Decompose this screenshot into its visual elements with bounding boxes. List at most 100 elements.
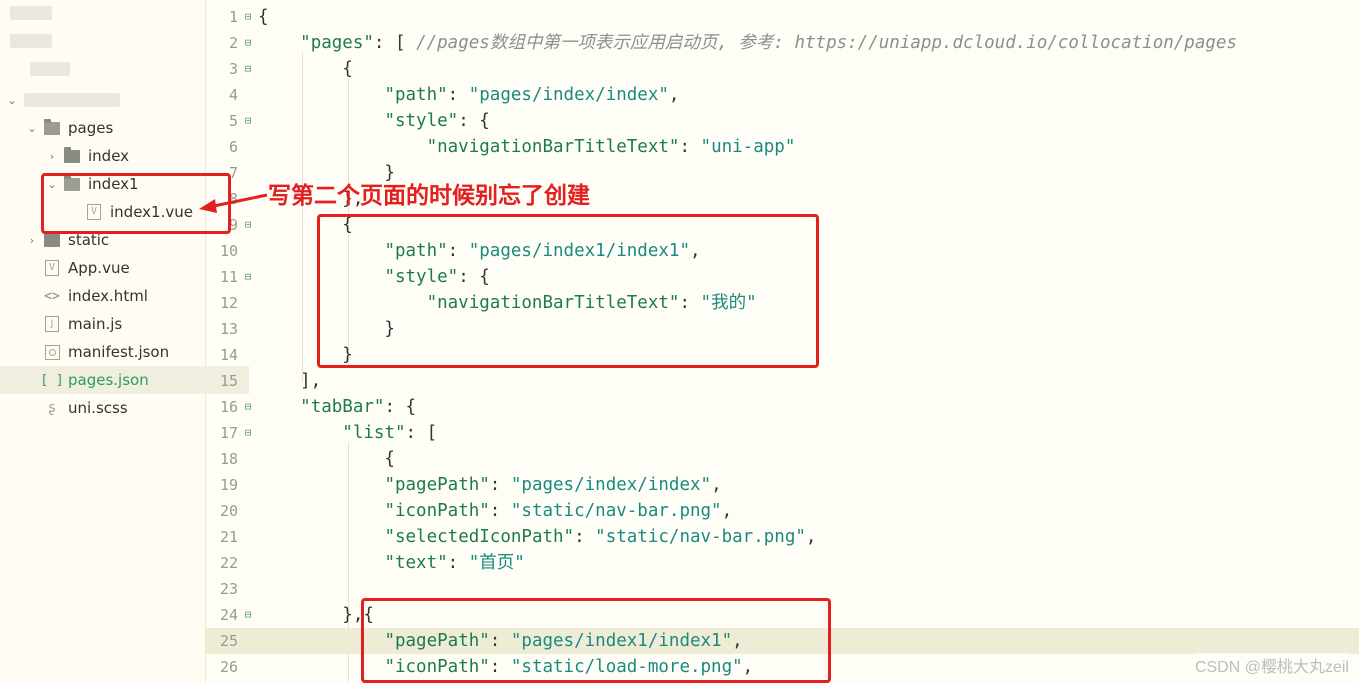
code-token: "首页" [468, 553, 525, 573]
json-file-icon: [ ] [40, 372, 64, 388]
chevron-down-icon[interactable]: ⌄ [26, 122, 38, 135]
line-number: 16 [219, 398, 238, 416]
code-text: "tabBar": { [258, 394, 416, 420]
code-line[interactable]: 18 { [206, 446, 1359, 472]
line-number: 13 [219, 320, 238, 338]
fold-gutter [238, 134, 258, 160]
line-number: 24 [219, 606, 238, 624]
tree-item-label: uni.scss [68, 399, 128, 417]
code-token: , [721, 501, 733, 521]
fold-toggle-icon[interactable]: ⊟ [238, 394, 258, 420]
fold-gutter [238, 524, 258, 550]
fold-gutter [238, 498, 258, 524]
code-token: "list" [342, 423, 406, 443]
fold-toggle-icon[interactable]: ⊟ [238, 212, 258, 238]
fold-gutter [238, 654, 258, 680]
blurred-project-icon [32, 6, 52, 20]
fold-toggle-icon[interactable]: ⊟ [238, 264, 258, 290]
tree-item-pages[interactable]: ⌄ pages [0, 114, 231, 142]
fold-toggle-icon[interactable]: ⊟ [238, 4, 258, 30]
code-text: { [258, 446, 395, 472]
blurred-project-icon [30, 62, 70, 76]
code-line[interactable]: 4 "path": "pages/index/index", [206, 82, 1359, 108]
line-number: 5 [228, 112, 238, 130]
code-line[interactable]: 20 "iconPath": "static/nav-bar.png", [206, 498, 1359, 524]
code-line[interactable]: 2 ⊟ "pages": [ //pages数组中第一项表示应用启动页, 参考: … [206, 30, 1359, 56]
annotation-arrow-icon [199, 193, 268, 213]
code-token: "pagePath" [384, 475, 490, 495]
code-text: "pagePath": "pages/index/index", [258, 472, 721, 498]
code-text: "path": "pages/index/index", [258, 82, 679, 108]
tree-item-label: index.html [68, 287, 148, 305]
code-token: "navigationBarTitleText" [426, 137, 680, 157]
code-token: "pages/index/index" [510, 475, 712, 495]
code-line[interactable]: 6 "navigationBarTitleText": "uni-app" [206, 134, 1359, 160]
fold-gutter [238, 550, 258, 576]
code-line[interactable]: 3 ⊟ { [206, 56, 1359, 82]
code-line[interactable]: 1 ⊟{ [206, 4, 1359, 30]
code-line[interactable]: 16 ⊟ "tabBar": { [206, 394, 1359, 420]
tree-item-label: pages.json [68, 371, 149, 389]
code-token: ], [258, 371, 322, 391]
chevron-down-icon[interactable]: ⌄ [6, 94, 18, 107]
line-number: 15 [219, 372, 238, 390]
vue-file-icon: V [44, 260, 60, 276]
tree-item-label: manifest.json [68, 343, 170, 361]
tree-item-label: main.js [68, 315, 123, 333]
html-file-icon: <> [44, 288, 60, 304]
fold-gutter [238, 160, 258, 186]
project-root-row[interactable]: ⌄ [0, 86, 211, 114]
code-token: : [ [405, 423, 438, 443]
code-line[interactable]: 22 "text": "首页" [206, 550, 1359, 576]
code-token: },{ [258, 605, 374, 625]
code-token: : [489, 501, 511, 521]
code-text: },{ [258, 602, 374, 628]
line-number: 20 [219, 502, 238, 520]
js-file-icon: J [44, 316, 60, 332]
code-token: "text" [384, 553, 448, 573]
line-number: 4 [228, 86, 238, 104]
line-number: 22 [219, 554, 238, 572]
fold-toggle-icon[interactable]: ⊟ [238, 602, 258, 628]
code-token: , [805, 527, 817, 547]
fold-toggle-icon[interactable]: ⊟ [238, 420, 258, 446]
blurred-project-name [24, 93, 120, 107]
chevron-right-icon[interactable]: › [26, 234, 38, 247]
folder-open-icon [44, 118, 60, 136]
fold-gutter [238, 82, 258, 108]
code-token: "iconPath" [384, 501, 490, 521]
annotation-box-tab-entry [361, 598, 831, 683]
fold-toggle-icon[interactable]: ⊟ [238, 30, 258, 56]
chevron-right-icon[interactable]: › [46, 150, 58, 163]
code-text: "selectedIconPath": "static/nav-bar.png"… [258, 524, 816, 550]
code-token: "uni-app" [700, 137, 796, 157]
line-number: 21 [219, 528, 238, 546]
annotation-text: 写第二个页面的时候别忘了创建 [268, 183, 590, 209]
folder-icon [44, 230, 60, 248]
tree-item-label: index [88, 147, 130, 165]
code-line[interactable]: 15 ], [206, 368, 1359, 394]
line-number: 14 [219, 346, 238, 364]
fold-toggle-icon[interactable]: ⊟ [238, 108, 258, 134]
line-number: 6 [228, 138, 238, 156]
settings-file-icon [44, 344, 60, 360]
code-line[interactable]: 17 ⊟ "list": [ [206, 420, 1359, 446]
code-line[interactable]: 5 ⊟ "style": { [206, 108, 1359, 134]
code-token: : { [384, 397, 417, 417]
code-text: ], [258, 368, 321, 394]
code-token: : [489, 475, 511, 495]
code-token: "static/nav-bar.png" [510, 501, 722, 521]
folder-icon [64, 146, 80, 164]
fold-toggle-icon[interactable]: ⊟ [238, 56, 258, 82]
tree-item-label: App.vue [68, 259, 130, 277]
code-line[interactable]: 21 "selectedIconPath": "static/nav-bar.p… [206, 524, 1359, 550]
code-token: "static/nav-bar.png" [595, 527, 806, 547]
fold-gutter [238, 446, 258, 472]
line-number: 19 [219, 476, 238, 494]
blurred-project-icon [10, 34, 52, 48]
code-line[interactable]: 19 "pagePath": "pages/index/index", [206, 472, 1359, 498]
